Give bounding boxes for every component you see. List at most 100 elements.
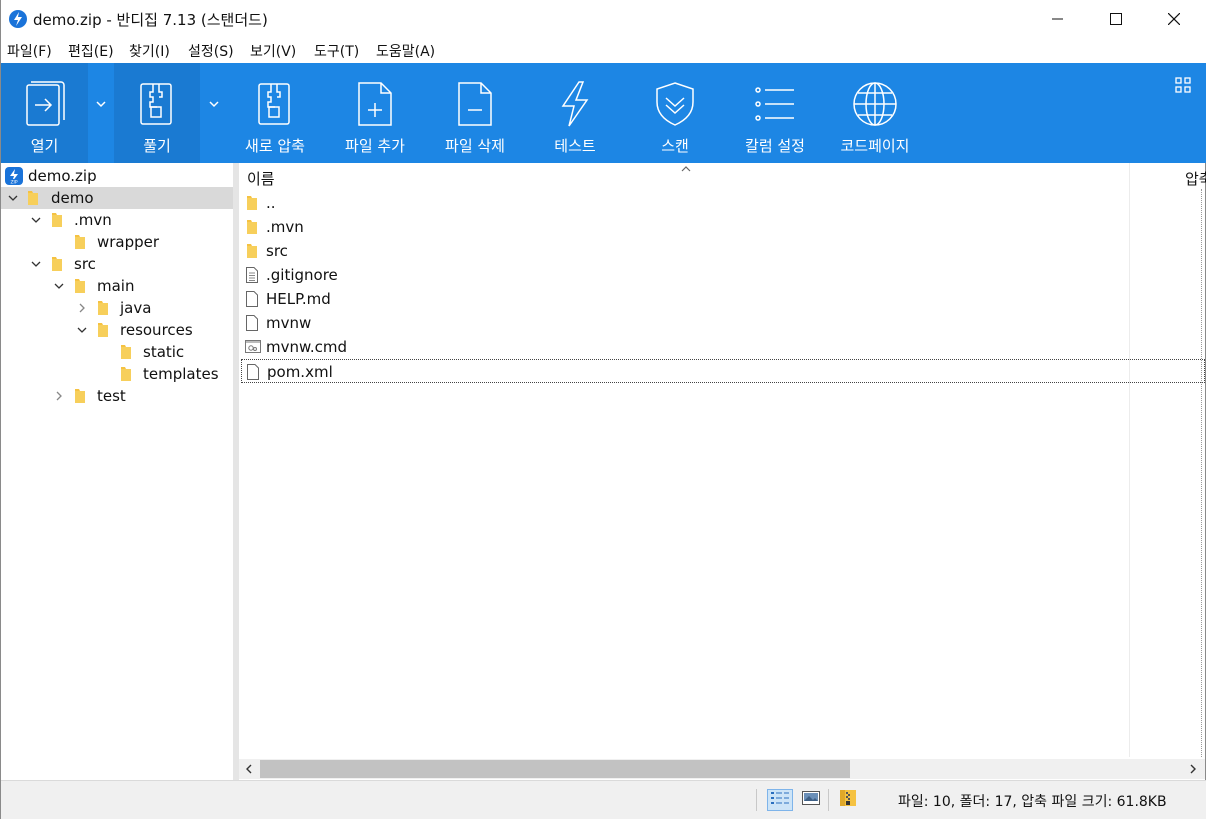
status-divider bbox=[828, 789, 829, 811]
open-dropdown-chevron-icon[interactable] bbox=[94, 99, 108, 111]
open-button[interactable]: 열기 bbox=[1, 63, 88, 163]
tree-item-wrapper[interactable]: wrapper bbox=[1, 231, 233, 253]
extract-label: 풀기 bbox=[143, 137, 171, 155]
extract-zip-icon bbox=[132, 79, 182, 129]
delete-file-icon bbox=[450, 79, 500, 129]
horizontal-scrollbar[interactable] bbox=[239, 759, 1205, 779]
tree-item-java[interactable]: java bbox=[1, 297, 233, 319]
scrollbar-thumb[interactable] bbox=[260, 760, 850, 778]
text-file-icon bbox=[245, 266, 259, 288]
list-item-help-md[interactable]: HELP.md bbox=[241, 287, 1205, 311]
list-item-pom-xml[interactable]: pom.xml bbox=[241, 359, 1205, 383]
scroll-left-icon[interactable] bbox=[243, 762, 255, 780]
chevron-down-icon[interactable] bbox=[76, 324, 88, 336]
menu-view[interactable]: 보기(V) bbox=[250, 41, 296, 61]
codepage-button[interactable]: 코드페이지 bbox=[831, 63, 919, 163]
add-file-icon bbox=[350, 79, 400, 129]
folder-icon bbox=[245, 242, 259, 263]
folder-icon bbox=[75, 234, 85, 249]
folder-icon bbox=[28, 190, 38, 205]
status-summary: 파일: 10, 폴더: 17, 압축 파일 크기: 61.8KB bbox=[898, 794, 1167, 810]
details-view-button[interactable] bbox=[767, 789, 793, 811]
tree-item-archive[interactable]: ZIP demo.zip bbox=[1, 165, 233, 187]
tree-item-mvn[interactable]: .mvn bbox=[1, 209, 233, 231]
list-item-parent[interactable]: .. bbox=[241, 191, 1205, 215]
tree-item-label: test bbox=[97, 387, 126, 405]
file-name: mvnw bbox=[266, 314, 312, 332]
layout-grid-icon[interactable] bbox=[1175, 77, 1191, 97]
tree-item-label: wrapper bbox=[97, 233, 160, 251]
tree-item-static[interactable]: static bbox=[1, 341, 233, 363]
folder-icon bbox=[98, 300, 108, 315]
tree-item-label: demo bbox=[51, 189, 94, 207]
file-name: .. bbox=[266, 194, 276, 212]
extract-dropdown-chevron-icon[interactable] bbox=[207, 99, 221, 111]
menu-file[interactable]: 파일(F) bbox=[7, 41, 52, 61]
test-button[interactable]: 테스트 bbox=[531, 63, 619, 163]
list-item-mvnw-cmd[interactable]: mvnw.cmd bbox=[241, 335, 1205, 359]
blank-file-icon bbox=[246, 363, 260, 385]
open-archive-icon bbox=[20, 79, 70, 129]
chevron-down-icon[interactable] bbox=[7, 192, 19, 204]
app-window: demo.zip - 반디집 7.13 (스탠더드) 파일(F) 편집(E) 찾… bbox=[0, 0, 1206, 819]
folder-tree: ZIP demo.zip demo .mvn wrapper src main bbox=[1, 163, 233, 780]
column-compressed-header[interactable]: 압축 bbox=[1185, 168, 1206, 189]
zip-archive-icon: ZIP bbox=[5, 167, 23, 186]
script-file-icon bbox=[245, 338, 261, 358]
add-file-button[interactable]: 파일 추가 bbox=[331, 63, 419, 163]
tree-item-src[interactable]: src bbox=[1, 253, 233, 275]
chevron-down-icon[interactable] bbox=[53, 280, 65, 292]
extract-button[interactable]: 풀기 bbox=[114, 63, 200, 163]
list-item-mvn[interactable]: .mvn bbox=[241, 215, 1205, 239]
tree-item-label: resources bbox=[120, 321, 193, 339]
window-title: demo.zip - 반디집 7.13 (스탠더드) bbox=[33, 11, 268, 29]
file-name: src bbox=[266, 242, 288, 260]
close-button[interactable] bbox=[1145, 0, 1203, 38]
scan-button[interactable]: 스캔 bbox=[631, 63, 719, 163]
status-bar: 파일: 10, 폴더: 17, 압축 파일 크기: 61.8KB bbox=[1, 780, 1206, 819]
folder-icon bbox=[245, 218, 259, 239]
folder-icon bbox=[52, 256, 62, 271]
blank-file-icon bbox=[245, 290, 259, 312]
folder-icon bbox=[75, 388, 85, 403]
menu-edit[interactable]: 편집(E) bbox=[68, 41, 114, 61]
chevron-down-icon[interactable] bbox=[30, 214, 42, 226]
column-settings-button[interactable]: 칼럼 설정 bbox=[731, 63, 819, 163]
bandizip-logo-icon bbox=[9, 10, 27, 28]
menu-find[interactable]: 찾기(I) bbox=[129, 41, 170, 61]
preview-view-button[interactable] bbox=[798, 789, 824, 811]
tree-item-resources[interactable]: resources bbox=[1, 319, 233, 341]
archive-info-button[interactable] bbox=[835, 789, 861, 811]
tree-item-templates[interactable]: templates bbox=[1, 363, 233, 385]
chevron-right-icon[interactable] bbox=[76, 302, 88, 314]
status-divider bbox=[756, 789, 757, 811]
image-preview-icon bbox=[802, 791, 820, 809]
tree-item-main[interactable]: main bbox=[1, 275, 233, 297]
folder-icon bbox=[98, 322, 108, 337]
menu-tools[interactable]: 도구(T) bbox=[314, 41, 359, 61]
menu-help[interactable]: 도움말(A) bbox=[376, 41, 435, 61]
chevron-down-icon[interactable] bbox=[30, 258, 42, 270]
title-bar[interactable]: demo.zip - 반디집 7.13 (스탠더드) bbox=[1, 0, 1206, 38]
add-file-label: 파일 추가 bbox=[345, 137, 405, 155]
minimize-button[interactable] bbox=[1029, 0, 1087, 38]
list-item-mvnw[interactable]: mvnw bbox=[241, 311, 1205, 335]
list-item-gitignore[interactable]: .gitignore bbox=[241, 263, 1205, 287]
chevron-right-icon[interactable] bbox=[53, 390, 65, 402]
svg-text:ZIP: ZIP bbox=[10, 180, 17, 186]
test-label: 테스트 bbox=[554, 137, 596, 155]
menu-settings[interactable]: 설정(S) bbox=[188, 41, 234, 61]
delete-file-button[interactable]: 파일 삭제 bbox=[431, 63, 519, 163]
folder-icon bbox=[121, 366, 131, 381]
open-label: 열기 bbox=[30, 137, 59, 155]
new-archive-label: 새로 압축 bbox=[245, 137, 305, 155]
tree-item-test[interactable]: test bbox=[1, 385, 233, 407]
list-item-src[interactable]: src bbox=[241, 239, 1205, 263]
tree-item-label: .mvn bbox=[74, 211, 112, 229]
tree-item-demo[interactable]: demo bbox=[1, 187, 233, 209]
new-archive-button[interactable]: 새로 압축 bbox=[231, 63, 319, 163]
maximize-button[interactable] bbox=[1087, 0, 1145, 38]
column-name-header[interactable]: 이름 bbox=[247, 168, 275, 189]
scroll-right-icon[interactable] bbox=[1187, 762, 1199, 780]
column-header: 이름 압축 bbox=[239, 163, 1206, 189]
